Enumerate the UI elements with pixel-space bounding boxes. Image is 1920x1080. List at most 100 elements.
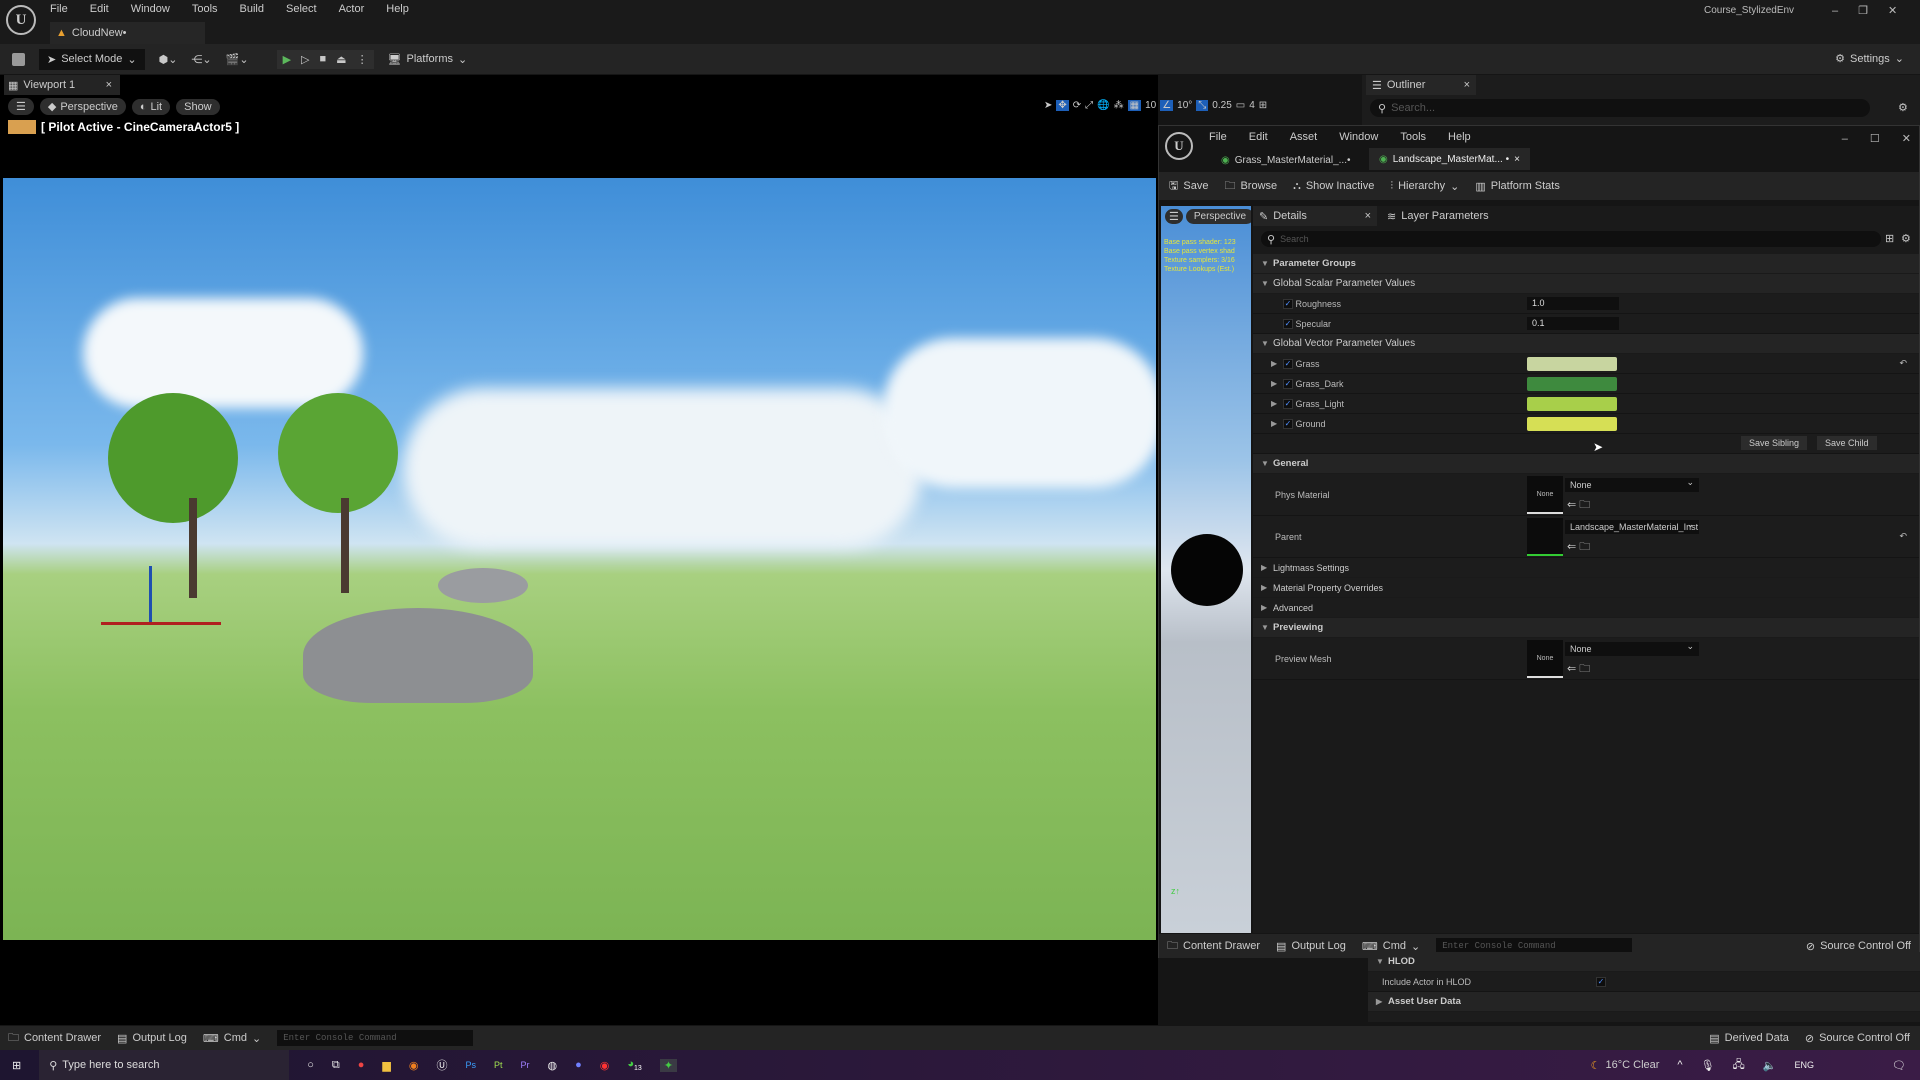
active-app-icon[interactable]: ✦ [659,1058,678,1072]
content-drawer-button[interactable]: 🗀 Content Drawer [1167,937,1260,956]
play-icon[interactable]: ▶ [283,53,291,66]
youtube-music-icon[interactable]: ◉ [600,1059,610,1072]
details-search[interactable]: ⚲ Search [1261,231,1881,247]
minimize-icon[interactable]: – [1842,133,1848,145]
select-tool-icon[interactable]: ➤ [1044,100,1052,111]
scale-tool-icon[interactable]: ⤢ [1085,100,1093,111]
menu-edit[interactable]: Edit [1249,131,1268,143]
source-control-button[interactable]: ⊘ Source Control Off [1806,940,1911,953]
stop-icon[interactable]: ■ [320,53,327,65]
close-tab-icon[interactable]: × [1464,79,1470,91]
task-view-icon[interactable]: ⧉ [332,1059,340,1072]
hamburger-icon[interactable]: ☰ [8,98,34,115]
menu-build[interactable]: Build [240,3,264,15]
hamburger-icon[interactable]: ☰ [1165,209,1183,224]
roughness-input[interactable]: 1.0 [1527,297,1619,310]
menu-asset[interactable]: Asset [1290,131,1318,143]
section-material-property-overrides[interactable]: ▶ Material Property Overrides [1253,578,1919,598]
close-tab-icon[interactable]: × [1514,154,1520,165]
microphone-icon[interactable]: 🎙 [1701,1059,1715,1072]
derived-data-button[interactable]: ▤ Derived Data [1709,1032,1789,1045]
viewport-tab[interactable]: ▦ Viewport 1 × [4,75,120,95]
save-sibling-button[interactable]: Save Sibling [1741,436,1808,450]
section-global-vector[interactable]: ▼ Global Vector Parameter Values [1253,334,1919,354]
parent-combo[interactable]: Landscape_MasterMaterial_Inst [1565,517,1699,534]
camera-speed-icon[interactable]: ▭ [1236,100,1245,111]
menu-help[interactable]: Help [386,3,409,15]
world-icon[interactable]: 🌐 [1097,100,1109,111]
move-tool-icon[interactable]: ✥ [1056,100,1069,111]
specular-checkbox[interactable]: ✓ [1283,318,1293,329]
asset-tab[interactable]: ◉ Grass_MasterMaterial_...• [1211,150,1361,170]
phys-material-thumbnail[interactable]: None [1527,476,1563,514]
section-lightmass[interactable]: ▶ Lightmass Settings [1253,558,1919,578]
use-selected-icon[interactable]: ⇐ 🗀 [1567,496,1590,515]
cortana-icon[interactable]: ○ [307,1059,314,1071]
maximize-icon[interactable]: ☐ [1870,132,1880,145]
material-preview-viewport[interactable]: ☰ Perspective Base pass shader: 123 Base… [1161,206,1251,933]
file-explorer-icon[interactable]: ▆ [382,1059,390,1072]
phys-material-combo[interactable]: None [1565,475,1699,492]
use-selected-icon[interactable]: ⇐ 🗀 [1567,538,1590,557]
grass-light-checkbox[interactable]: ✓ [1283,398,1293,409]
taskbar-search[interactable]: ⚲ Type here to search [39,1050,290,1080]
menu-file[interactable]: File [50,3,68,15]
close-icon[interactable]: ✕ [1888,4,1897,17]
discord-icon[interactable]: ● [575,1059,582,1071]
ground-color-swatch[interactable] [1527,417,1617,431]
angle-snap-icon[interactable]: ∠ [1160,100,1174,111]
restore-icon[interactable]: ❐ [1858,4,1868,17]
transform-gizmo[interactable] [101,566,226,626]
cmd-button[interactable]: ⌨ Cmd ⌄ [1362,940,1420,953]
network-icon[interactable]: 🖧 [1733,1056,1745,1075]
menu-window[interactable]: Window [1339,131,1378,143]
section-hlod[interactable]: ▼ HLOD [1368,952,1920,972]
settings-button[interactable]: ⚙ Settings ⌄ [1835,52,1904,66]
browse-button[interactable]: 🗀 Browse [1224,177,1277,196]
cmd-button[interactable]: ⌨ Cmd ⌄ [203,1032,261,1045]
parent-thumbnail[interactable] [1527,518,1563,556]
grid-snap-icon[interactable]: ▦ [1127,100,1142,111]
use-selected-icon[interactable]: ⇐ 🗀 [1567,660,1590,679]
menu-tools[interactable]: Tools [1400,131,1426,143]
grass-dark-checkbox[interactable]: ✓ [1283,378,1293,389]
volume-icon[interactable]: 🔈 [1763,1059,1777,1072]
section-asset-user-data[interactable]: ▶ Asset User Data [1368,992,1920,1012]
unreal-icon[interactable]: Ⓤ [436,1057,447,1073]
section-general[interactable]: ▼ General [1253,454,1919,474]
hierarchy-button[interactable]: ⫶ Hierarchy ⌄ [1390,180,1459,193]
premiere-icon[interactable]: Pr [521,1060,530,1070]
expand-icon[interactable]: ▶ [1271,399,1283,408]
section-global-scalar[interactable]: ▼ Global Scalar Parameter Values [1253,274,1919,294]
perspective-button[interactable]: Perspective [1185,209,1251,224]
lit-button[interactable]: ◐ Lit [131,98,171,115]
include-hlod-checkbox[interactable]: ✓ [1596,976,1606,987]
section-parameter-groups[interactable]: ▼ Parameter Groups [1253,254,1919,274]
scale-snap-icon[interactable]: ⤡ [1196,100,1209,111]
menu-select[interactable]: Select [286,3,317,15]
close-icon[interactable]: ✕ [1902,132,1911,145]
expand-icon[interactable]: ▶ [1271,379,1283,388]
language-indicator[interactable]: ENG [1795,1060,1815,1070]
grass-checkbox[interactable]: ✓ [1283,358,1293,369]
layer-parameters-tab[interactable]: ≋ Layer Parameters [1381,206,1489,226]
table-view-icon[interactable]: ⊞ [1885,232,1894,245]
expand-icon[interactable]: ▶ [1271,419,1283,428]
console-input[interactable]: Enter Console Command [277,1030,474,1046]
grass-dark-color-swatch[interactable] [1527,377,1617,391]
reset-icon[interactable]: ↶ [1899,531,1907,542]
blender-icon[interactable]: ◉ [409,1059,419,1072]
menu-actor[interactable]: Actor [339,3,365,15]
save-button[interactable]: 🖫 Save [1169,177,1208,196]
ground-checkbox[interactable]: ✓ [1283,418,1293,429]
grass-light-color-swatch[interactable] [1527,397,1617,411]
close-tab-icon[interactable]: × [106,79,112,91]
minimize-icon[interactable]: – [1832,5,1838,17]
save-child-button[interactable]: Save Child [1817,436,1877,450]
menu-edit[interactable]: Edit [90,3,109,15]
specular-input[interactable]: 0.1 [1527,317,1619,330]
step-icon[interactable]: ▷ [301,53,309,66]
gear-icon[interactable]: ⚙ [1898,101,1908,114]
save-icon[interactable] [12,52,25,66]
output-log-button[interactable]: ▤ Output Log [117,1032,187,1045]
